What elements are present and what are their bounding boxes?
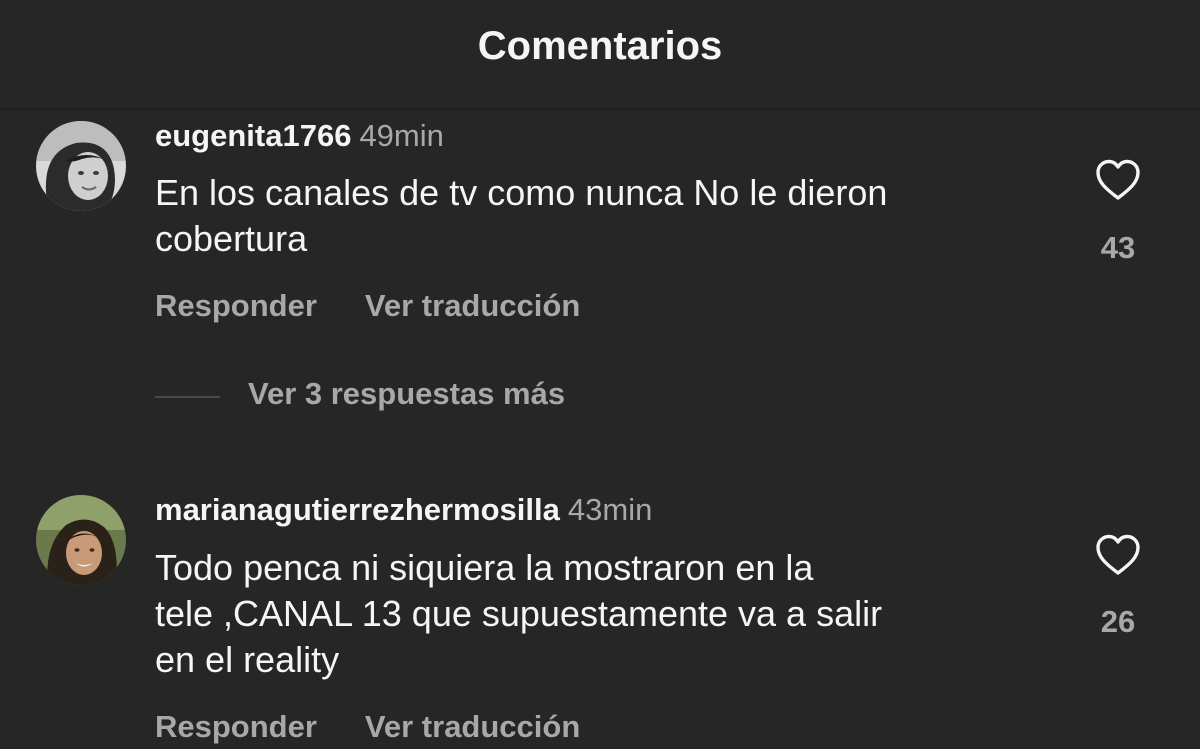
comments-screen: Comentarios eugenita1766 49min En los can… bbox=[0, 0, 1200, 749]
see-translation-button[interactable]: Ver traducción bbox=[365, 709, 580, 744]
comment-meta: eugenita1766 49min bbox=[155, 118, 444, 154]
avatar-photo bbox=[36, 121, 126, 211]
avatar[interactable] bbox=[36, 495, 126, 585]
comment-text-line: Todo penca ni siquiera la mostraron en l… bbox=[155, 547, 814, 588]
comment-time: 43min bbox=[567, 492, 653, 527]
comment-text-line: cobertura bbox=[155, 218, 308, 259]
avatar-photo bbox=[36, 495, 126, 585]
like-count: 43 bbox=[1100, 230, 1136, 265]
heart-outline-icon bbox=[1096, 159, 1140, 200]
replies-divider-line bbox=[155, 396, 220, 398]
comment-text: Todo penca ni siquiera la mostraron en l… bbox=[155, 545, 1055, 683]
avatar[interactable] bbox=[36, 121, 126, 211]
view-more-replies-label: Ver 3 respuestas más bbox=[248, 376, 566, 411]
comment-text-line: en el reality bbox=[155, 639, 340, 680]
comment-meta: marianagutierrezhermosilla 43min bbox=[155, 492, 652, 528]
see-translation-button[interactable]: Ver traducción bbox=[365, 288, 580, 323]
comment-text: En los canales de tv como nunca No le di… bbox=[155, 170, 1055, 262]
like-count: 26 bbox=[1100, 604, 1136, 639]
comment-username[interactable]: marianagutierrezhermosilla bbox=[155, 492, 560, 527]
reply-button[interactable]: Responder bbox=[155, 288, 317, 323]
page-title: Comentarios bbox=[477, 24, 723, 68]
comment-username[interactable]: eugenita1766 bbox=[155, 118, 351, 153]
like-button[interactable] bbox=[1090, 533, 1146, 582]
like-button[interactable] bbox=[1090, 158, 1146, 207]
comment-time: 49min bbox=[359, 118, 444, 153]
heart-outline-icon bbox=[1096, 534, 1140, 575]
comment-text-line: En los canales de tv como nunca No le di… bbox=[155, 172, 888, 213]
comment-text-line: tele ,CANAL 13 que supuestamente va a sa… bbox=[155, 593, 883, 634]
comment-actions: Responder Ver traducción bbox=[155, 709, 580, 745]
comments-header: Comentarios bbox=[0, 0, 1200, 110]
comment-actions: Responder Ver traducción bbox=[155, 288, 580, 324]
reply-button[interactable]: Responder bbox=[155, 709, 317, 744]
